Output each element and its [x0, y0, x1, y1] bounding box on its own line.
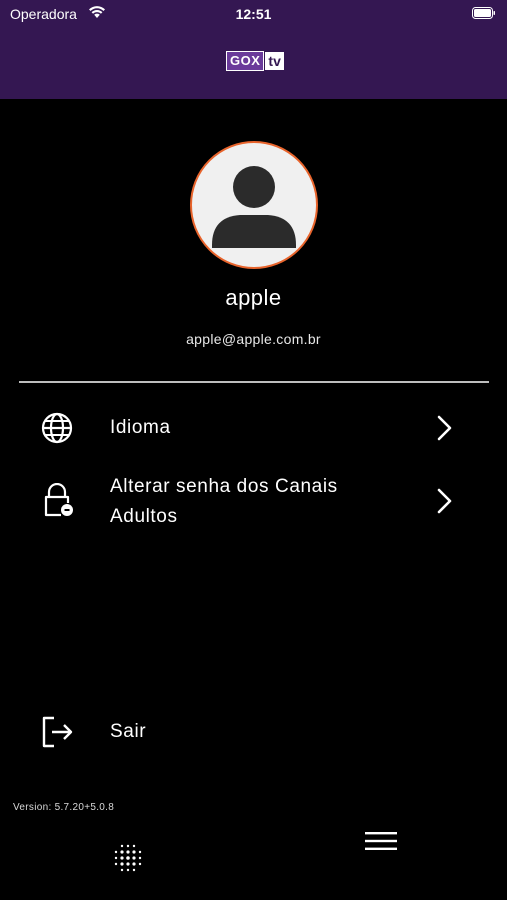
lock-icon	[44, 483, 73, 517]
menu-item-adult-password[interactable]: Alterar senha dos Canais Adultos	[0, 471, 507, 533]
profile-name: apple	[225, 285, 282, 310]
chevron-right-icon	[437, 415, 452, 441]
menu-label-adult-password-line2: Adultos	[110, 506, 178, 527]
logo-gox-text: GOX	[226, 51, 265, 71]
logout-icon	[42, 716, 73, 748]
user-icon	[212, 166, 296, 248]
menu-label-logout: Sair	[110, 721, 147, 742]
divider	[19, 381, 489, 383]
dots-grid-icon[interactable]	[112, 842, 144, 874]
version-text: Version: 5.7.20+5.0.8	[13, 802, 115, 813]
battery-icon	[472, 7, 495, 19]
menu-label-language: Idioma	[110, 417, 171, 438]
profile-email: apple@apple.com.br	[186, 331, 321, 347]
profile-screen: Operadora 12:51 GOX tv apple apple@apple…	[0, 0, 507, 900]
menu-item-language[interactable]: Idioma	[0, 407, 507, 449]
hamburger-icon[interactable]	[364, 829, 398, 853]
app-logo: GOX tv	[226, 51, 284, 71]
menu-label-adult-password-line1: Alterar senha dos Canais	[110, 476, 338, 497]
logo-tv-text: tv	[265, 52, 284, 70]
globe-icon	[41, 412, 73, 444]
chevron-right-icon	[437, 488, 452, 514]
status-time: 12:51	[235, 6, 272, 22]
top-header: Operadora 12:51 GOX tv	[0, 0, 507, 99]
avatar[interactable]	[190, 141, 318, 269]
status-bar: Operadora 12:51	[0, 0, 507, 28]
logout-button[interactable]: Sair	[0, 711, 507, 753]
